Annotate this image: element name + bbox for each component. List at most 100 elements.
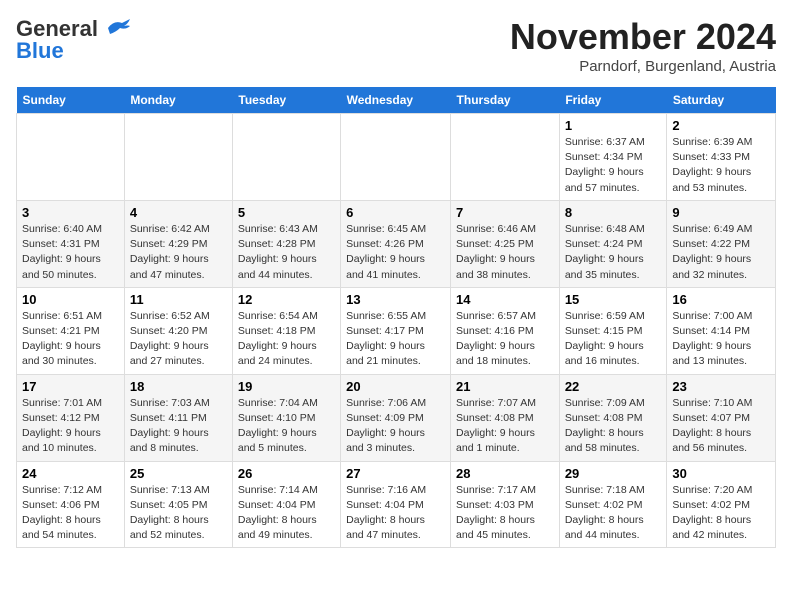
day-number: 27 <box>346 466 445 481</box>
day-info: Sunrise: 6:48 AM Sunset: 4:24 PM Dayligh… <box>565 222 662 283</box>
weekday-header-wednesday: Wednesday <box>341 87 451 114</box>
day-number: 6 <box>346 205 445 220</box>
title-area: November 2024 Parndorf, Burgenland, Aust… <box>510 16 776 75</box>
calendar-day-16: 16 Sunrise: 7:00 AM Sunset: 4:14 PM Dayli… <box>667 287 776 374</box>
day-number: 16 <box>672 292 770 307</box>
calendar-table: SundayMondayTuesdayWednesdayThursdayFrid… <box>16 87 776 548</box>
day-info: Sunrise: 6:52 AM Sunset: 4:20 PM Dayligh… <box>130 309 227 370</box>
calendar-day-7: 7 Sunrise: 6:46 AM Sunset: 4:25 PM Daylig… <box>451 200 560 287</box>
day-number: 26 <box>238 466 335 481</box>
day-number: 25 <box>130 466 227 481</box>
calendar-day-19: 19 Sunrise: 7:04 AM Sunset: 4:10 PM Dayli… <box>232 374 340 461</box>
day-number: 23 <box>672 379 770 394</box>
day-number: 3 <box>22 205 119 220</box>
day-info: Sunrise: 7:12 AM Sunset: 4:06 PM Dayligh… <box>22 483 119 544</box>
day-info: Sunrise: 7:01 AM Sunset: 4:12 PM Dayligh… <box>22 396 119 457</box>
day-info: Sunrise: 6:55 AM Sunset: 4:17 PM Dayligh… <box>346 309 445 370</box>
day-info: Sunrise: 7:10 AM Sunset: 4:07 PM Dayligh… <box>672 396 770 457</box>
calendar-day-24: 24 Sunrise: 7:12 AM Sunset: 4:06 PM Dayli… <box>17 461 125 548</box>
day-info: Sunrise: 6:42 AM Sunset: 4:29 PM Dayligh… <box>130 222 227 283</box>
calendar-day-22: 22 Sunrise: 7:09 AM Sunset: 4:08 PM Dayli… <box>559 374 667 461</box>
day-number: 19 <box>238 379 335 394</box>
day-info: Sunrise: 6:59 AM Sunset: 4:15 PM Dayligh… <box>565 309 662 370</box>
weekday-header-monday: Monday <box>124 87 232 114</box>
day-number: 18 <box>130 379 227 394</box>
day-info: Sunrise: 7:20 AM Sunset: 4:02 PM Dayligh… <box>672 483 770 544</box>
logo: General Blue <box>16 16 132 64</box>
calendar-day-28: 28 Sunrise: 7:17 AM Sunset: 4:03 PM Dayli… <box>451 461 560 548</box>
day-number: 12 <box>238 292 335 307</box>
day-number: 2 <box>672 118 770 133</box>
day-info: Sunrise: 6:43 AM Sunset: 4:28 PM Dayligh… <box>238 222 335 283</box>
location-subtitle: Parndorf, Burgenland, Austria <box>510 58 776 75</box>
calendar-day-18: 18 Sunrise: 7:03 AM Sunset: 4:11 PM Dayli… <box>124 374 232 461</box>
day-number: 21 <box>456 379 554 394</box>
weekday-header-tuesday: Tuesday <box>232 87 340 114</box>
day-number: 24 <box>22 466 119 481</box>
day-info: Sunrise: 6:39 AM Sunset: 4:33 PM Dayligh… <box>672 135 770 196</box>
day-number: 10 <box>22 292 119 307</box>
day-number: 11 <box>130 292 227 307</box>
weekday-header-sunday: Sunday <box>17 87 125 114</box>
month-title: November 2024 <box>510 16 776 58</box>
day-number: 4 <box>130 205 227 220</box>
day-info: Sunrise: 7:00 AM Sunset: 4:14 PM Dayligh… <box>672 309 770 370</box>
day-number: 20 <box>346 379 445 394</box>
calendar-day-5: 5 Sunrise: 6:43 AM Sunset: 4:28 PM Daylig… <box>232 200 340 287</box>
calendar-day-empty <box>451 114 560 201</box>
calendar-day-6: 6Sunrise: 6:45 AM Sunset: 4:26 PM Daylig… <box>341 200 451 287</box>
calendar-day-10: 10Sunrise: 6:51 AM Sunset: 4:21 PM Dayli… <box>17 287 125 374</box>
calendar-day-9: 9Sunrise: 6:49 AM Sunset: 4:22 PM Daylig… <box>667 200 776 287</box>
day-info: Sunrise: 6:46 AM Sunset: 4:25 PM Dayligh… <box>456 222 554 283</box>
day-number: 1 <box>565 118 662 133</box>
calendar-day-20: 20 Sunrise: 7:06 AM Sunset: 4:09 PM Dayli… <box>341 374 451 461</box>
day-number: 8 <box>565 205 662 220</box>
calendar-day-4: 4 Sunrise: 6:42 AM Sunset: 4:29 PM Daylig… <box>124 200 232 287</box>
day-number: 30 <box>672 466 770 481</box>
day-info: Sunrise: 7:14 AM Sunset: 4:04 PM Dayligh… <box>238 483 335 544</box>
day-info: Sunrise: 7:07 AM Sunset: 4:08 PM Dayligh… <box>456 396 554 457</box>
day-info: Sunrise: 7:13 AM Sunset: 4:05 PM Dayligh… <box>130 483 227 544</box>
calendar-week-row: 3 Sunrise: 6:40 AM Sunset: 4:31 PM Daylig… <box>17 200 776 287</box>
weekday-header-row: SundayMondayTuesdayWednesdayThursdayFrid… <box>17 87 776 114</box>
calendar-day-1: 1 Sunrise: 6:37 AM Sunset: 4:34 PM Daylig… <box>559 114 667 201</box>
calendar-day-empty <box>17 114 125 201</box>
calendar-day-empty <box>232 114 340 201</box>
day-number: 14 <box>456 292 554 307</box>
calendar-day-2: 2 Sunrise: 6:39 AM Sunset: 4:33 PM Daylig… <box>667 114 776 201</box>
weekday-header-thursday: Thursday <box>451 87 560 114</box>
calendar-day-3: 3 Sunrise: 6:40 AM Sunset: 4:31 PM Daylig… <box>17 200 125 287</box>
calendar-day-26: 26 Sunrise: 7:14 AM Sunset: 4:04 PM Dayli… <box>232 461 340 548</box>
day-info: Sunrise: 6:49 AM Sunset: 4:22 PM Dayligh… <box>672 222 770 283</box>
day-number: 28 <box>456 466 554 481</box>
calendar-day-25: 25 Sunrise: 7:13 AM Sunset: 4:05 PM Dayli… <box>124 461 232 548</box>
calendar-week-row: 10Sunrise: 6:51 AM Sunset: 4:21 PM Dayli… <box>17 287 776 374</box>
day-number: 5 <box>238 205 335 220</box>
day-info: Sunrise: 7:09 AM Sunset: 4:08 PM Dayligh… <box>565 396 662 457</box>
day-info: Sunrise: 7:06 AM Sunset: 4:09 PM Dayligh… <box>346 396 445 457</box>
day-info: Sunrise: 7:03 AM Sunset: 4:11 PM Dayligh… <box>130 396 227 457</box>
calendar-day-12: 12 Sunrise: 6:54 AM Sunset: 4:18 PM Dayli… <box>232 287 340 374</box>
calendar-day-14: 14Sunrise: 6:57 AM Sunset: 4:16 PM Dayli… <box>451 287 560 374</box>
calendar-week-row: 17 Sunrise: 7:01 AM Sunset: 4:12 PM Dayli… <box>17 374 776 461</box>
calendar-day-8: 8 Sunrise: 6:48 AM Sunset: 4:24 PM Daylig… <box>559 200 667 287</box>
calendar-day-empty <box>341 114 451 201</box>
calendar-day-13: 13Sunrise: 6:55 AM Sunset: 4:17 PM Dayli… <box>341 287 451 374</box>
day-number: 29 <box>565 466 662 481</box>
calendar-day-empty <box>124 114 232 201</box>
day-number: 22 <box>565 379 662 394</box>
day-info: Sunrise: 7:17 AM Sunset: 4:03 PM Dayligh… <box>456 483 554 544</box>
logo-bird-icon <box>100 18 132 40</box>
calendar-week-row: 1 Sunrise: 6:37 AM Sunset: 4:34 PM Daylig… <box>17 114 776 201</box>
calendar-day-29: 29 Sunrise: 7:18 AM Sunset: 4:02 PM Dayli… <box>559 461 667 548</box>
calendar-day-15: 15Sunrise: 6:59 AM Sunset: 4:15 PM Dayli… <box>559 287 667 374</box>
weekday-header-friday: Friday <box>559 87 667 114</box>
calendar-day-11: 11 Sunrise: 6:52 AM Sunset: 4:20 PM Dayli… <box>124 287 232 374</box>
day-number: 7 <box>456 205 554 220</box>
day-number: 17 <box>22 379 119 394</box>
day-info: Sunrise: 6:54 AM Sunset: 4:18 PM Dayligh… <box>238 309 335 370</box>
day-info: Sunrise: 7:18 AM Sunset: 4:02 PM Dayligh… <box>565 483 662 544</box>
day-info: Sunrise: 6:37 AM Sunset: 4:34 PM Dayligh… <box>565 135 662 196</box>
day-info: Sunrise: 7:04 AM Sunset: 4:10 PM Dayligh… <box>238 396 335 457</box>
day-info: Sunrise: 6:40 AM Sunset: 4:31 PM Dayligh… <box>22 222 119 283</box>
